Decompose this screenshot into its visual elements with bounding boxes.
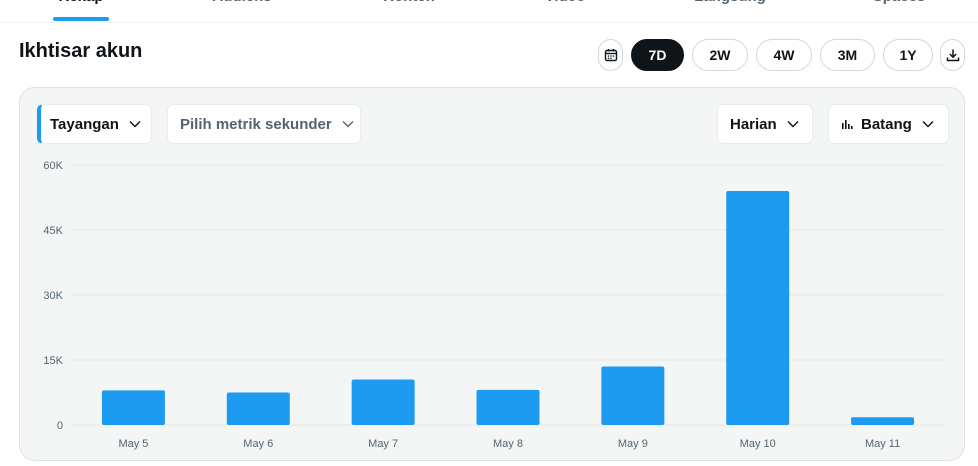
tab-spaces[interactable]: Spaces [870,0,928,8]
range-1y-button[interactable]: 1Y [883,39,933,71]
chart-type-label: Batang [861,115,912,133]
primary-metric-label: Tayangan [50,115,119,133]
y-tick-label: 30K [43,290,63,302]
y-tick-label: 45K [43,225,63,237]
chart-type-dropdown[interactable]: Batang [828,104,949,144]
range-2w-button[interactable]: 2W [692,39,748,71]
interval-label: Harian [730,115,777,133]
download-button[interactable] [940,39,965,71]
x-tick-label: May 5 [118,438,148,450]
y-tick-label: 0 [57,420,63,432]
x-tick-label: May 7 [368,438,398,450]
tab-video[interactable]: Video [543,0,587,8]
bar-chart-icon [841,118,853,130]
page-title: Ikhtisar akun [19,40,143,62]
secondary-metric-dropdown[interactable]: Pilih metrik sekunder [167,104,361,144]
tab-konten[interactable]: Konten [380,0,438,8]
analytics-tabs: Rekap Audiens Konten Video Langsung Spac… [0,0,978,23]
secondary-metric-placeholder: Pilih metrik sekunder [180,115,332,133]
x-tick-label: May 10 [740,438,776,450]
y-tick-label: 60K [43,160,63,172]
interval-dropdown[interactable]: Harian [717,104,813,144]
x-tick-label: May 9 [618,438,648,450]
range-3m-button[interactable]: 3M [820,39,875,71]
primary-metric-dropdown[interactable]: Tayangan [37,104,152,144]
active-tab-indicator [53,17,109,21]
bar [601,366,665,425]
calendar-icon [604,49,617,62]
chevron-down-icon [787,120,799,128]
bar [476,389,540,425]
calendar-button[interactable] [598,39,623,71]
tab-rekap[interactable]: Rekap [53,0,109,8]
bar [726,191,790,425]
tab-audiens[interactable]: Audiens [210,0,274,8]
bar [851,417,915,425]
chevron-down-icon [342,120,354,128]
bar-chart: 0 15K 30K 45K 60K May 5 May 6 May 7 May 8 May 9 Ma… [43,160,945,450]
range-7d-button[interactable]: 7D [631,39,684,71]
range-4w-button[interactable]: 4W [756,39,812,71]
download-icon [946,49,959,62]
chart-card: 0 15K 30K 45K 60K May 5 May 6 May 7 May 8 May 9 Ma… [19,87,965,461]
y-tick-label: 15K [43,355,63,367]
bar [351,379,415,425]
tab-langsung[interactable]: Langsung [694,0,766,8]
x-tick-label: May 8 [493,438,523,450]
chevron-down-icon [129,120,141,128]
bar [226,392,290,425]
x-tick-label: May 11 [865,438,900,450]
chevron-down-icon [922,120,934,128]
x-tick-label: May 6 [243,438,273,450]
bar [101,390,165,425]
